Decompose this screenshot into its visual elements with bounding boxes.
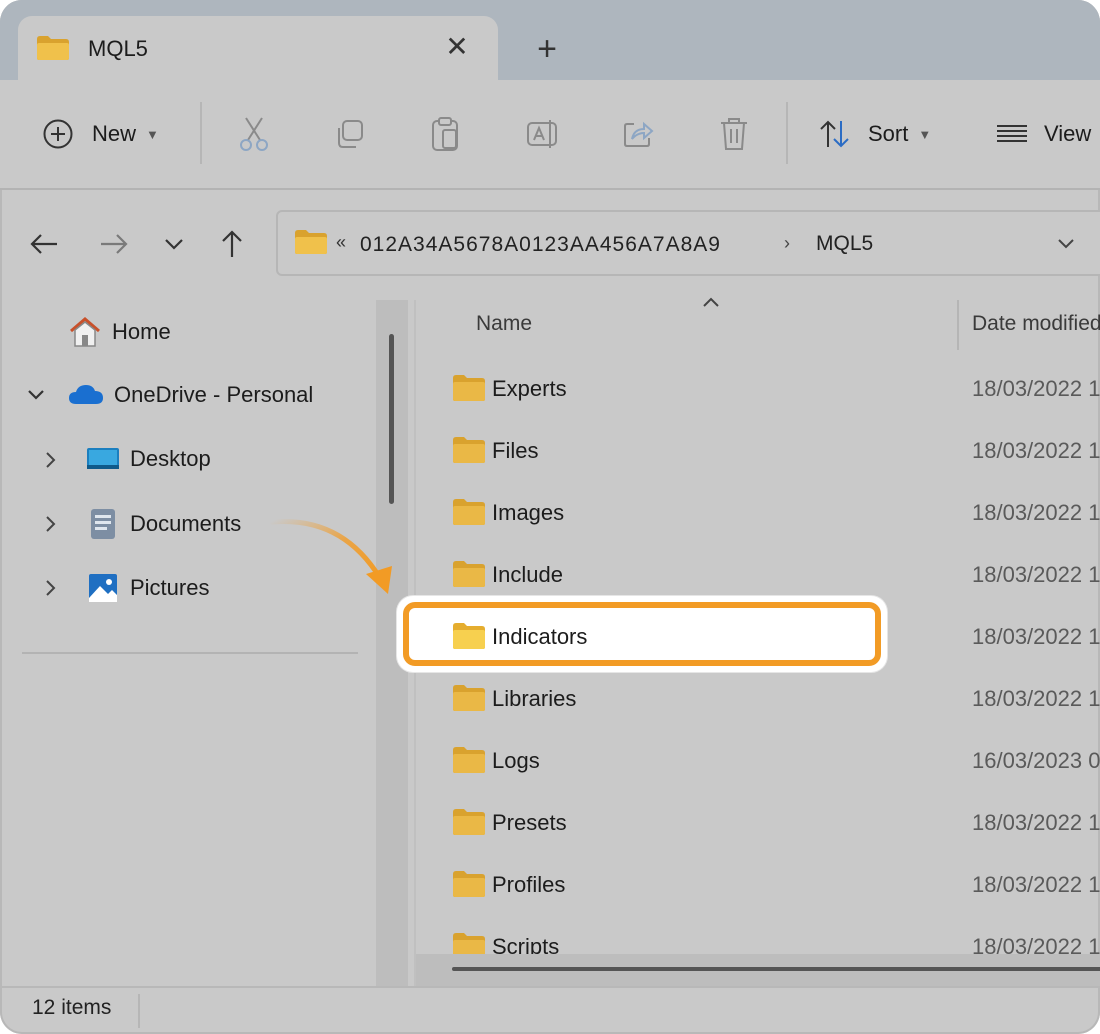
- file-name: Experts: [492, 376, 567, 401]
- file-name: Scripts: [492, 934, 560, 954]
- file-date: 18/03/2022 1: [972, 376, 1100, 401]
- list-item[interactable]: Files 18/03/2022 1: [416, 420, 1100, 482]
- file-name: Libraries: [492, 686, 577, 711]
- horizontal-scrollbar-thumb[interactable]: [452, 967, 1100, 971]
- file-name: Presets: [492, 810, 567, 835]
- status-separator: [138, 994, 140, 1028]
- list-item[interactable]: Experts 18/03/2022 1: [416, 358, 1100, 420]
- file-list: Experts 18/03/2022 1 Files 18/03/2022 1 …: [0, 0, 1100, 954]
- file-explorer-window: MQL5 ✕ + New ▼ Sort ▼ View « 012A34A5678…: [0, 0, 1100, 1034]
- file-name: Files: [492, 438, 539, 463]
- list-item[interactable]: Include 18/03/2022 1: [416, 544, 1100, 606]
- folder-icon: [453, 933, 485, 954]
- folder-icon: [453, 561, 485, 587]
- file-date: 18/03/2022 1: [972, 624, 1100, 649]
- list-item[interactable]: Presets 18/03/2022 1: [416, 792, 1100, 854]
- file-name: Profiles: [492, 872, 566, 897]
- folder-icon: [453, 375, 485, 401]
- list-item[interactable]: Profiles 18/03/2022 1: [416, 854, 1100, 916]
- folder-icon: [453, 871, 485, 897]
- file-date: 18/03/2022 1: [972, 438, 1100, 463]
- file-date: 18/03/2022 1: [972, 872, 1100, 897]
- file-date: 18/03/2022 1: [972, 810, 1100, 835]
- file-date: 16/03/2023 0: [972, 748, 1100, 773]
- folder-icon: [453, 623, 485, 649]
- list-item[interactable]: Scripts 18/03/2022 1: [416, 916, 1100, 954]
- file-date: 18/03/2022 1: [972, 562, 1100, 587]
- pointer-arrow-icon: [269, 518, 392, 594]
- list-item[interactable]: Libraries 18/03/2022 1: [416, 668, 1100, 730]
- file-date: 18/03/2022 1: [972, 500, 1100, 525]
- file-date: 18/03/2022 1: [972, 934, 1100, 954]
- file-name: Images: [492, 500, 565, 525]
- item-count: 12 items: [32, 996, 112, 1019]
- list-item[interactable]: Images 18/03/2022 1: [416, 482, 1100, 544]
- file-name: Indicators: [492, 624, 588, 649]
- folder-icon: [453, 499, 485, 525]
- folder-icon: [453, 437, 485, 463]
- folder-icon: [453, 685, 485, 711]
- folder-icon: [453, 747, 485, 773]
- list-item-indicators[interactable]: Indicators 18/03/2022 1: [416, 606, 1100, 668]
- file-date: 18/03/2022 1: [972, 686, 1100, 711]
- list-item[interactable]: Logs 16/03/2023 0: [416, 730, 1100, 792]
- file-name: Include: [492, 562, 563, 587]
- folder-icon: [453, 809, 485, 835]
- status-bar-divider: [0, 986, 1100, 988]
- file-name: Logs: [492, 748, 540, 773]
